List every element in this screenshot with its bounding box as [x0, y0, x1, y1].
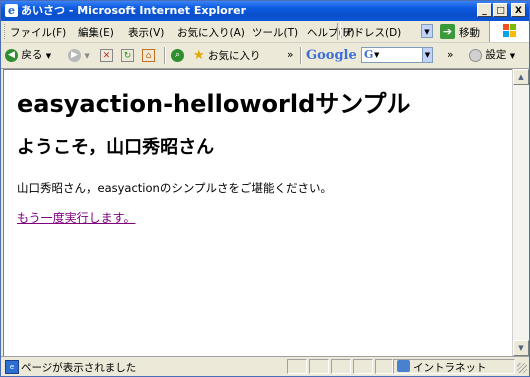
back-label: 戻る [21, 49, 43, 61]
forward-dropdown-icon: ▼ [84, 52, 90, 60]
standard-toolbar: ◀ 戻る ▼ ▶ ▼ ✕ ↻ ⌂ ⌕ ★ お気に入り » Google G ▼ [1, 43, 529, 69]
favorites-button[interactable]: ★ お気に入り [193, 47, 261, 64]
separator [337, 23, 341, 40]
menu-edit[interactable]: 編集(E) [78, 25, 114, 40]
search-icon: ⌕ [171, 48, 184, 62]
browser-window: e あいさつ - Microsoft Internet Explorer _ □… [0, 0, 530, 377]
title-bar[interactable]: e あいさつ - Microsoft Internet Explorer _ □… [1, 1, 529, 21]
menu-view[interactable]: 表示(V) [128, 25, 164, 40]
menu-bar: ファイル(F) 編集(E) 表示(V) お気に入り(A) ツール(T) ヘルプ(… [1, 21, 529, 43]
settings-label: 設定 [485, 49, 507, 61]
google-engine-dropdown-icon: ▼ [374, 51, 380, 59]
greeting-heading: ようこそ，山口秀昭さん [17, 137, 215, 158]
status-pane [309, 359, 329, 374]
settings-dropdown-icon: ▼ [509, 52, 516, 60]
settings-button[interactable]: 設定 ▼ [469, 47, 515, 64]
separator [300, 47, 302, 64]
google-more-chevron[interactable]: » [447, 47, 453, 64]
page-heading: easyaction-helloworldサンプル [17, 90, 411, 118]
google-search-input[interactable]: G ▼ [361, 47, 423, 63]
back-dropdown-icon: ▼ [45, 52, 52, 60]
google-search-dropdown[interactable]: ▼ [422, 47, 433, 63]
go-button[interactable]: 移動 [459, 25, 480, 40]
intranet-zone-icon [397, 360, 410, 372]
windows-logo [489, 21, 529, 42]
rerun-link[interactable]: もう一度実行します。 [17, 209, 135, 226]
separator [164, 47, 166, 64]
refresh-button[interactable]: ↻ [121, 47, 134, 64]
scroll-down-button[interactable]: ▼ [513, 340, 529, 356]
search-button[interactable]: ⌕ [171, 47, 184, 64]
menu-tools[interactable]: ツール(T) [252, 25, 298, 40]
status-pane [287, 359, 307, 374]
page-done-icon: e [5, 360, 19, 374]
back-arrow-icon: ◀ [5, 48, 18, 62]
windows-flag-icon [503, 24, 517, 38]
forward-button[interactable]: ▶ ▼ [68, 47, 90, 64]
forward-arrow-icon: ▶ [68, 48, 81, 62]
toolbar-grip[interactable] [4, 24, 8, 39]
stop-button[interactable]: ✕ [100, 47, 113, 64]
address-dropdown[interactable]: ▼ [421, 24, 433, 38]
window-title: あいさつ - Microsoft Internet Explorer [21, 4, 246, 17]
welcome-message: 山口秀昭さん，easyactionのシンプルさをご堪能ください。 [17, 181, 332, 195]
menu-favorites[interactable]: お気に入り(A) [177, 25, 245, 40]
go-arrow-icon[interactable]: ➔ [440, 24, 455, 39]
status-bar: e ページが表示されました イントラネット [1, 356, 529, 376]
status-pane [375, 359, 393, 374]
settings-icon [469, 48, 482, 62]
google-toolbar-logo[interactable]: Google [306, 47, 357, 64]
google-g-icon: G [364, 48, 374, 61]
close-button[interactable]: X [511, 3, 526, 17]
favorites-star-icon: ★ [193, 48, 205, 63]
page-viewport: easyaction-helloworldサンプル ようこそ，山口秀昭さん 山口… [3, 69, 512, 357]
zone-label: イントラネット [413, 362, 487, 374]
ie-logo-icon: e [5, 4, 18, 17]
stop-icon: ✕ [100, 48, 113, 62]
back-button[interactable]: ◀ 戻る ▼ [5, 47, 51, 64]
favorites-label: お気に入り [208, 50, 261, 62]
refresh-icon: ↻ [121, 48, 134, 62]
vertical-scrollbar[interactable]: ▲ ▼ [512, 69, 529, 356]
maximize-button[interactable]: □ [493, 3, 508, 17]
minimize-button[interactable]: _ [477, 3, 492, 17]
toolbar-more-chevron[interactable]: » [287, 47, 293, 64]
address-label[interactable]: アドレス(D) [343, 25, 401, 40]
scroll-up-button[interactable]: ▲ [513, 69, 529, 85]
resize-grip[interactable] [517, 363, 527, 373]
status-pane [353, 359, 373, 374]
home-icon: ⌂ [142, 48, 155, 62]
menu-file[interactable]: ファイル(F) [10, 25, 66, 40]
home-button[interactable]: ⌂ [142, 47, 155, 64]
status-pane [331, 359, 351, 374]
status-text: ページが表示されました [21, 362, 137, 374]
